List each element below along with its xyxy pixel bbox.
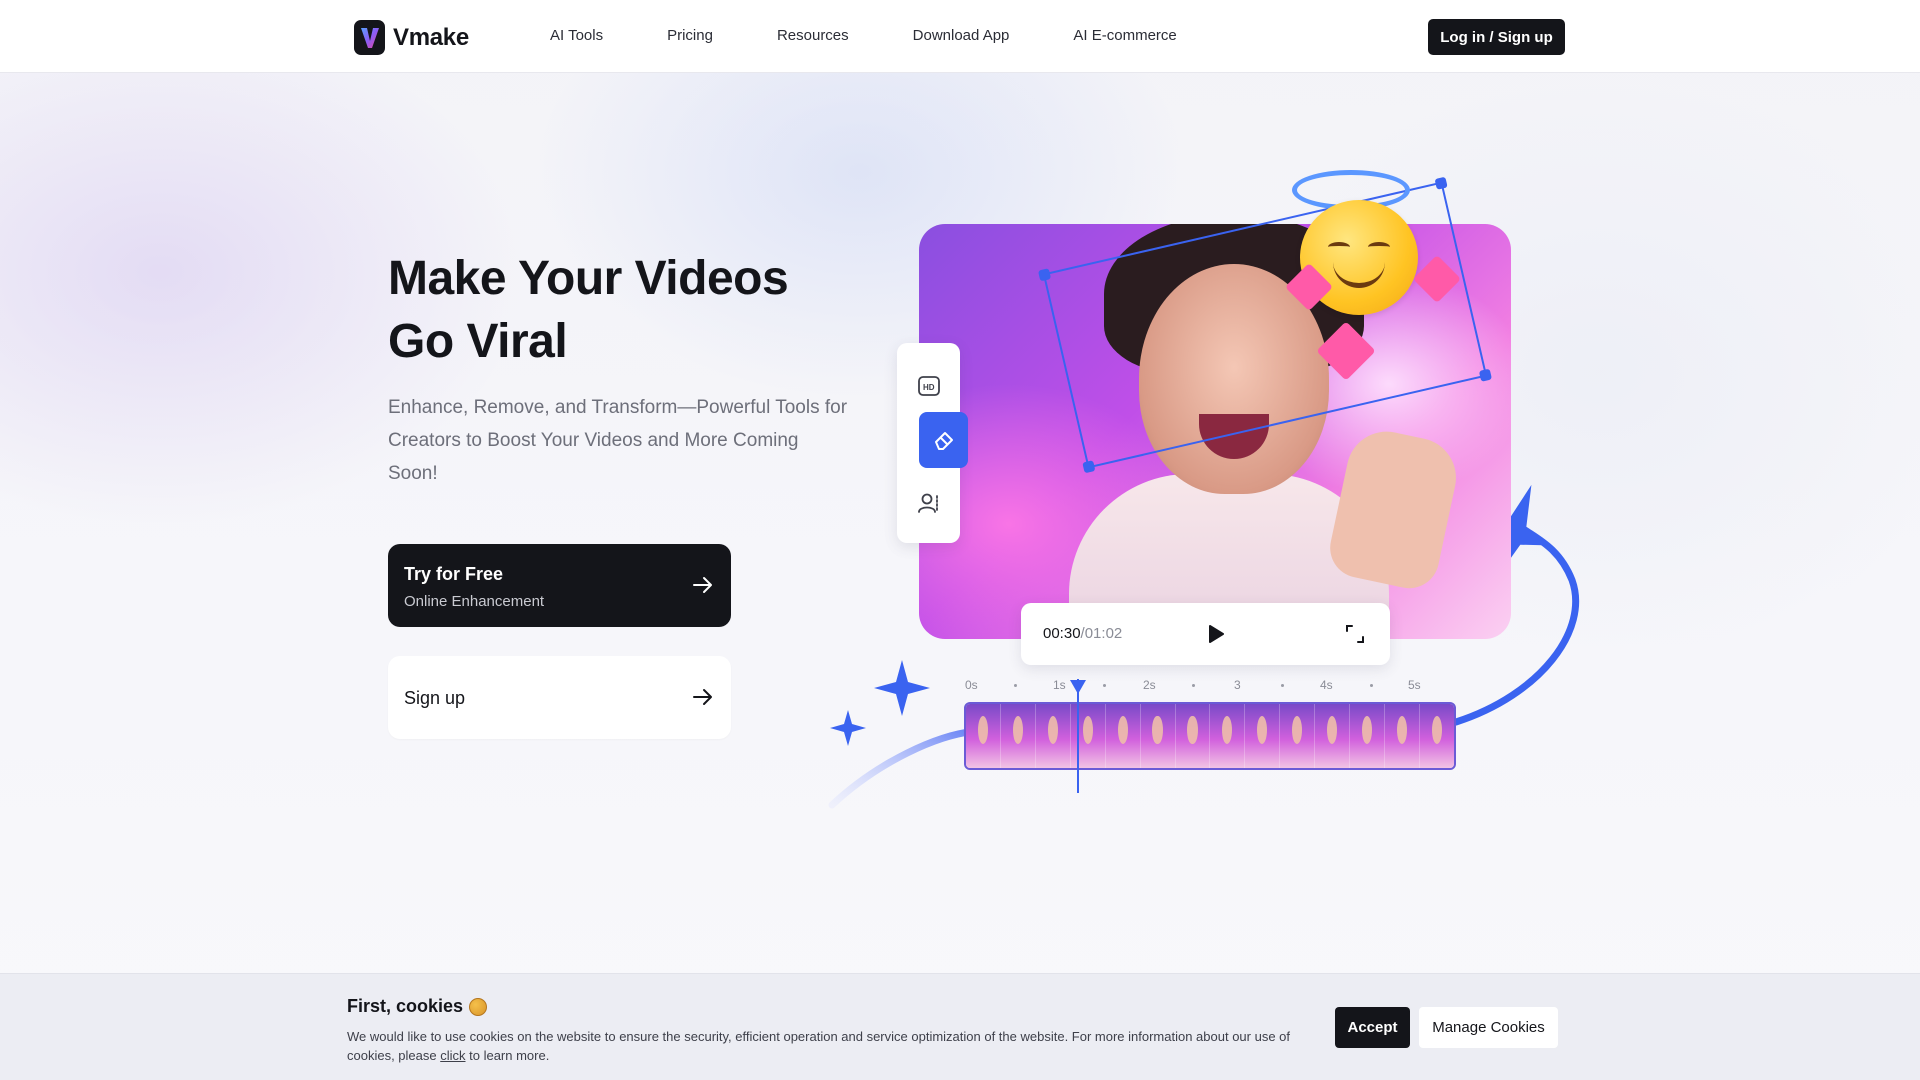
- hd-icon[interactable]: HD: [909, 366, 949, 406]
- cookie-icon: [469, 997, 488, 1016]
- hero-title-line2: Go Viral: [388, 315, 568, 368]
- film-frame: [1315, 704, 1351, 768]
- person-remove-icon[interactable]: [909, 483, 949, 523]
- film-frame: [1210, 704, 1246, 768]
- nav-link-resources[interactable]: Resources: [777, 27, 849, 44]
- tick-dot: [1281, 684, 1284, 687]
- playhead[interactable]: [1077, 679, 1079, 793]
- film-frame: [1280, 704, 1316, 768]
- player-time: 00:30/01:02: [1043, 625, 1122, 642]
- film-frame: [1419, 704, 1454, 768]
- playhead-marker-icon[interactable]: [1069, 679, 1087, 695]
- arrow-right-icon: [693, 577, 712, 593]
- try-for-free-button[interactable]: Try for Free Online Enhancement: [388, 544, 731, 627]
- try-button-subtitle: Online Enhancement: [404, 593, 545, 610]
- hero-title: Make Your Videos Go Viral: [388, 247, 848, 373]
- film-frame: [1000, 704, 1036, 768]
- sparkle-icon: [874, 660, 930, 716]
- tick-label: 0s: [965, 678, 978, 692]
- manage-cookies-button[interactable]: Manage Cookies: [1419, 1007, 1558, 1048]
- nav-link-ai-ecommerce[interactable]: AI E-commerce: [1073, 27, 1176, 44]
- cookie-description: We would like to use cookies on the webs…: [347, 1027, 1307, 1065]
- sparkle-small-icon: [830, 710, 866, 746]
- eraser-icon[interactable]: [919, 412, 968, 468]
- arrow-right-icon: [693, 689, 712, 705]
- top-navbar: Vmake AI Tools Pricing Resources Downloa…: [0, 0, 1920, 73]
- emoji-smile: [1333, 262, 1385, 288]
- cookie-banner: First, cookies We would like to use cook…: [0, 973, 1920, 1080]
- login-signup-button[interactable]: Log in / Sign up: [1428, 19, 1565, 55]
- cookie-title: First, cookies: [347, 996, 488, 1017]
- film-frame: [1035, 704, 1071, 768]
- tick-label: 4s: [1320, 678, 1333, 692]
- signup-button-label: Sign up: [404, 688, 466, 708]
- cookie-learn-more-link[interactable]: click: [440, 1048, 465, 1063]
- video-player-controls: 00:30/01:02: [1021, 603, 1390, 665]
- cookie-text-after: to learn more.: [465, 1048, 550, 1063]
- film-frame: [966, 704, 1001, 768]
- emoji-eye: [1328, 242, 1350, 252]
- sign-up-button[interactable]: Sign up: [388, 656, 731, 739]
- film-frame: [1070, 704, 1106, 768]
- emoji-eye: [1368, 242, 1390, 252]
- nav-link-download-app[interactable]: Download App: [913, 27, 1010, 44]
- film-frame: [1140, 704, 1176, 768]
- cookie-title-text: First, cookies: [347, 996, 464, 1016]
- tick-dot: [1103, 684, 1106, 687]
- tick-label: 2s: [1143, 678, 1156, 692]
- tick-label: 3: [1234, 678, 1241, 692]
- nav-link-ai-tools[interactable]: AI Tools: [550, 27, 603, 44]
- tick-dot: [1192, 684, 1195, 687]
- svg-text:HD: HD: [923, 383, 935, 392]
- brand-logo[interactable]: Vmake: [354, 20, 469, 55]
- play-icon[interactable]: [1206, 623, 1226, 645]
- film-frame: [1350, 704, 1386, 768]
- film-frame: [1385, 704, 1420, 768]
- try-button-title: Try for Free: [404, 564, 504, 584]
- film-frame: [1105, 704, 1141, 768]
- duration: /01:02: [1080, 625, 1123, 642]
- video-filmstrip[interactable]: [964, 702, 1456, 770]
- tool-panel: HD: [897, 343, 968, 543]
- resize-handle[interactable]: [1037, 268, 1052, 282]
- resize-handle[interactable]: [1434, 176, 1448, 190]
- nav-link-pricing[interactable]: Pricing: [667, 27, 713, 44]
- hero-title-line1: Make Your Videos: [388, 252, 789, 305]
- tick-label: 5s: [1408, 678, 1421, 692]
- brand-name: Vmake: [393, 23, 469, 51]
- timeline-ruler: 0s 1s 2s 3 4s 5s: [960, 678, 1440, 694]
- tick-dot: [1370, 684, 1373, 687]
- vmake-logo-icon: [354, 20, 385, 55]
- waving-hand: [1324, 424, 1464, 594]
- tick-dot: [1014, 684, 1017, 687]
- tick-label: 1s: [1053, 678, 1066, 692]
- main-nav: AI Tools Pricing Resources Download App …: [550, 27, 1241, 44]
- fullscreen-icon[interactable]: [1344, 623, 1366, 645]
- accept-cookies-button[interactable]: Accept: [1335, 1007, 1410, 1048]
- hero-subtitle: Enhance, Remove, and Transform—Powerful …: [388, 397, 848, 484]
- film-frame: [1245, 704, 1281, 768]
- film-frame: [1175, 704, 1211, 768]
- current-time: 00:30: [1043, 625, 1081, 642]
